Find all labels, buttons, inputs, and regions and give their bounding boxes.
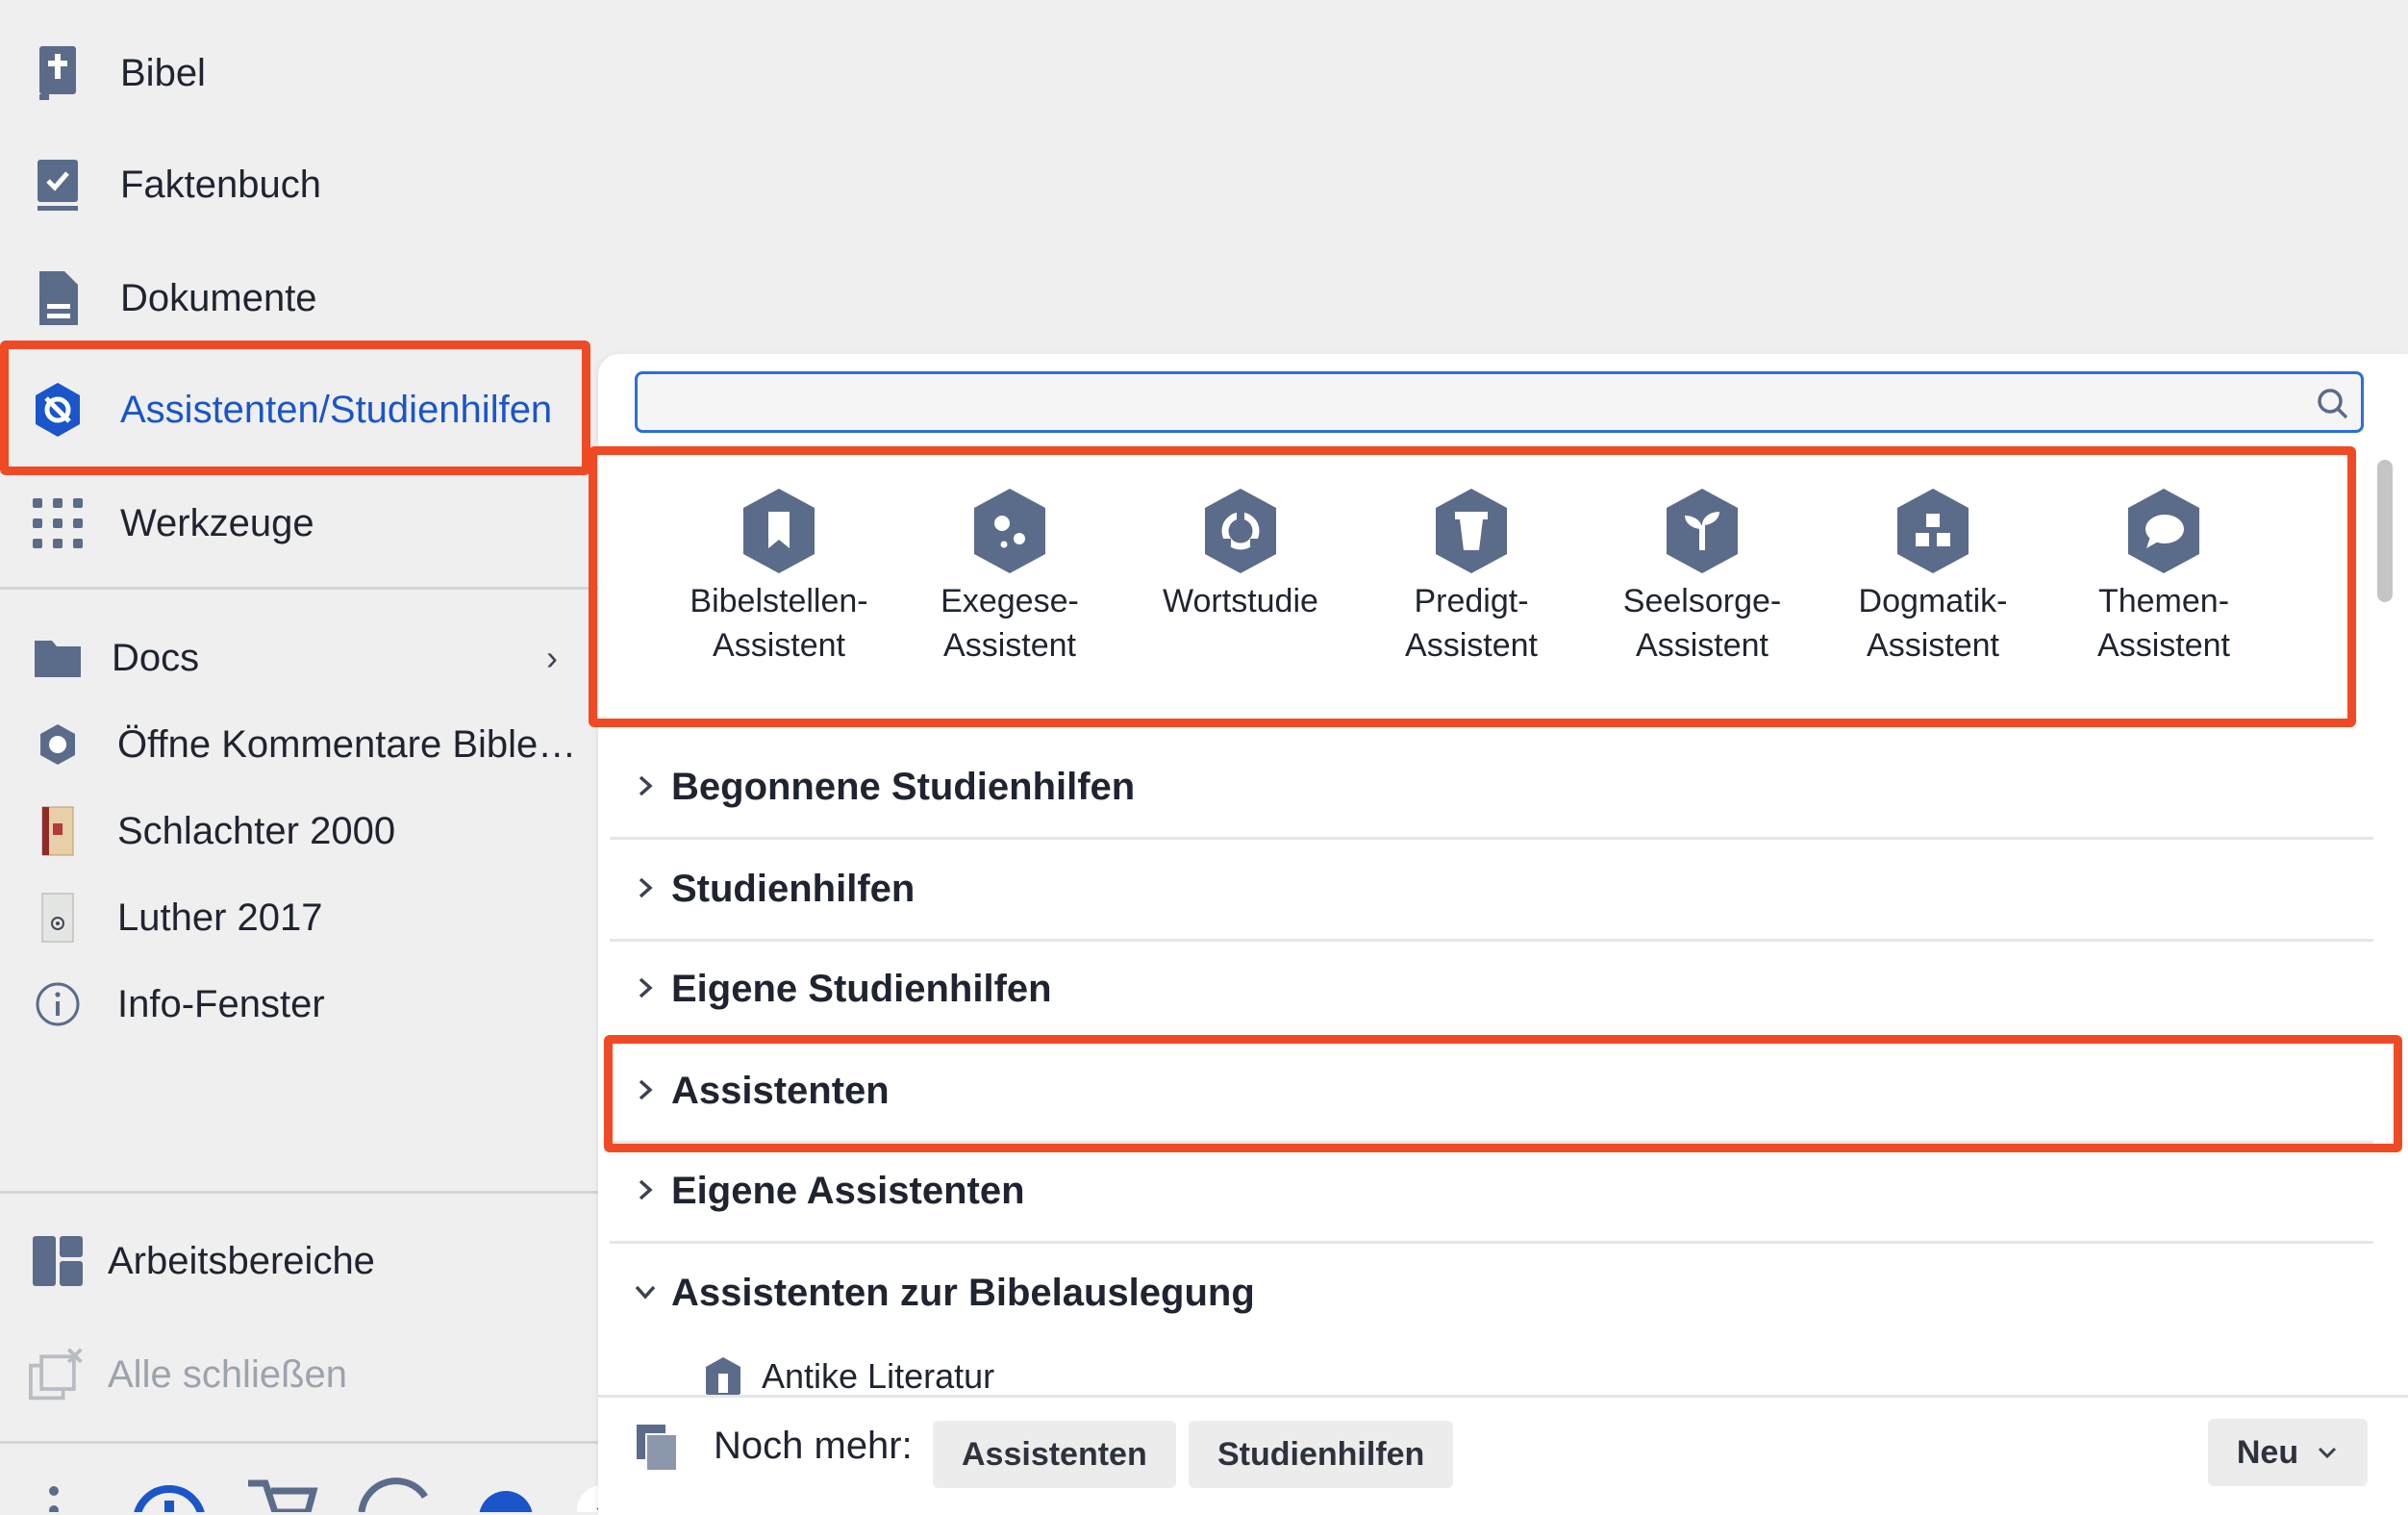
document-icon [29, 269, 87, 327]
nav-item-werkzeuge[interactable]: Werkzeuge [0, 467, 596, 579]
book-cover-icon [31, 891, 85, 945]
doc-item-schlachter[interactable]: Schlachter 2000 [0, 793, 596, 870]
bible-icon [29, 44, 87, 102]
grid-dots-icon [29, 494, 87, 552]
sidebar-divider [0, 587, 598, 590]
nav-label: Dokumente [120, 276, 317, 319]
chevron-right-icon [639, 1179, 653, 1200]
sync-icon[interactable] [358, 1477, 428, 1512]
search-icon[interactable] [2314, 385, 2352, 423]
panel-footer: Noch mehr: Assistenten Studienhilfen Neu [598, 1395, 2408, 1515]
close-all-icon [29, 1346, 87, 1403]
section-title: Assistenten zur Bibelauslegung [671, 1272, 1255, 1314]
nav-item-arbeitsbereiche[interactable]: Arbeitsbereiche [0, 1208, 596, 1314]
hexagon-book-icon [706, 1357, 740, 1395]
nav-item-faktenbuch[interactable]: Faktenbuch [0, 129, 596, 240]
folder-icon [31, 631, 85, 685]
doc-item-kommentare[interactable]: Öffne Kommentare Bibletext [0, 706, 596, 783]
scrollbar[interactable] [2377, 460, 2393, 602]
search-input[interactable] [635, 371, 2364, 433]
workspaces-label: Arbeitsbereiche [108, 1239, 375, 1282]
assistants-row-highlight-frame [589, 446, 2356, 727]
section-assistenten-bibelauslegung[interactable]: Assistenten zur Bibelauslegung [610, 1243, 2373, 1343]
hexagon-book-icon [31, 718, 85, 771]
factbook-icon [29, 156, 87, 214]
section-studienhilfen[interactable]: Studienhilfen [610, 839, 2373, 942]
list-item-label: Antike Literatur [762, 1356, 995, 1395]
doc-label: Schlachter 2000 [117, 809, 396, 852]
nav-label: Werkzeuge [120, 501, 314, 544]
close-all-label: Alle schließen [108, 1352, 348, 1396]
section-title: Eigene Studienhilfen [671, 968, 1052, 1010]
section-begonnene-studienhilfen[interactable]: Begonnene Studienhilfen [610, 737, 2373, 840]
chevron-right-icon [639, 977, 653, 998]
doc-label: Info-Fenster [117, 982, 325, 1025]
nav-item-close-all[interactable]: Alle schließen [0, 1322, 596, 1427]
doc-item-docs[interactable]: Docs › [0, 619, 596, 696]
cart-icon[interactable] [248, 1479, 318, 1512]
bottom-toolbar [0, 1472, 615, 1512]
copy-stack-icon [637, 1425, 678, 1472]
nav-item-bibel[interactable]: Bibel [0, 17, 596, 129]
nav-label: Bibel [120, 51, 206, 94]
doc-label: Docs [112, 636, 200, 679]
section-title: Eigene Assistenten [671, 1170, 1025, 1212]
more-studies-button[interactable]: Studienhilfen [1189, 1421, 1454, 1488]
section-eigene-studienhilfen[interactable]: Eigene Studienhilfen [610, 939, 2373, 1042]
list-item-antike-literatur[interactable]: Antike Literatur [692, 1356, 1269, 1395]
section-title: Studienhilfen [671, 868, 916, 910]
book-cover-icon [31, 804, 85, 858]
chevron-down-icon [635, 1285, 656, 1300]
info-icon [31, 977, 85, 1031]
doc-item-info[interactable]: Info-Fenster [0, 966, 596, 1043]
nav-label: Faktenbuch [120, 163, 322, 206]
doc-label: Öffne Kommentare Bibletext [117, 722, 577, 766]
sidebar: Bibel Faktenbuch Dokumente Assistenten/S… [0, 0, 615, 1512]
sidebar-highlight-frame [0, 341, 590, 475]
help-badge-icon[interactable] [479, 1491, 533, 1512]
sidebar-divider [0, 1191, 598, 1194]
new-label: Neu [2236, 1433, 2299, 1471]
nav-item-dokumente[interactable]: Dokumente [0, 242, 596, 354]
doc-label: Luther 2017 [117, 896, 323, 939]
section-title: Begonnene Studienhilfen [671, 766, 1136, 808]
more-menu-icon[interactable] [49, 1486, 59, 1512]
more-assistants-button[interactable]: Assistenten [933, 1421, 1176, 1488]
more-label: Noch mehr: [714, 1425, 913, 1467]
chevron-down-icon [2319, 1447, 2337, 1459]
assistenten-section-highlight-frame [604, 1035, 2402, 1152]
section-eigene-assistenten[interactable]: Eigene Assistenten [610, 1141, 2373, 1244]
sidebar-divider [0, 1441, 598, 1444]
chevron-right-icon[interactable]: › [546, 638, 558, 678]
chevron-right-icon [639, 877, 653, 898]
doc-item-luther[interactable]: Luther 2017 [0, 879, 596, 956]
workspace-layout-icon [29, 1232, 87, 1290]
new-dropdown-button[interactable]: Neu [2208, 1419, 2368, 1486]
add-circle-icon[interactable] [134, 1485, 205, 1512]
chevron-right-icon [639, 775, 653, 796]
